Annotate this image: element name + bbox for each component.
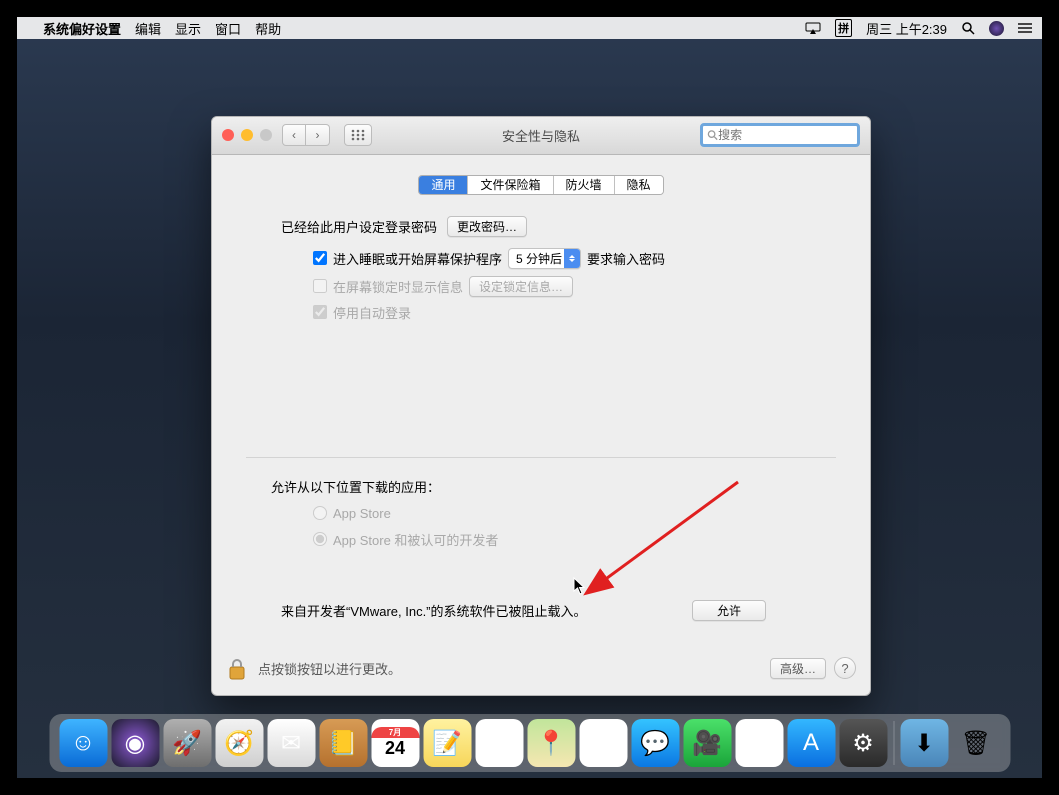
show-lock-message-checkbox (313, 279, 327, 293)
disable-auto-login-checkbox (313, 305, 327, 319)
allow-button[interactable]: 允许 (692, 600, 766, 621)
back-button[interactable]: ‹ (282, 124, 306, 146)
set-lock-message-button: 设定锁定信息… (469, 276, 573, 297)
require-password-checkbox[interactable] (313, 251, 327, 265)
dock-photos[interactable]: ✿ (579, 719, 627, 767)
tab-firewall[interactable]: 防火墙 (554, 176, 615, 194)
require-password-label-suffix: 要求输入密码 (587, 249, 665, 268)
nav-buttons: ‹ › (282, 124, 330, 146)
close-button[interactable] (222, 129, 234, 141)
search-input[interactable] (718, 128, 853, 142)
menu-view[interactable]: 显示 (175, 19, 201, 38)
menu-help[interactable]: 帮助 (255, 19, 281, 38)
allow-appstore-label: App Store (333, 506, 391, 521)
titlebar[interactable]: ‹ › 安全性与隐私 (212, 117, 870, 155)
show-lock-message-label: 在屏幕锁定时显示信息 (333, 277, 463, 296)
dock-messages[interactable]: 💬 (631, 719, 679, 767)
allow-identified-label: App Store 和被认可的开发者 (333, 530, 498, 549)
dock-launchpad[interactable]: 🚀 (163, 719, 211, 767)
dock-siri[interactable]: ◉ (111, 719, 159, 767)
tab-filevault[interactable]: 文件保险箱 (468, 176, 553, 194)
allow-from-heading: 允许从以下位置下载的应用： (271, 477, 836, 496)
dock-facetime[interactable]: 🎥 (683, 719, 731, 767)
menubar[interactable]: 系统偏好设置 编辑 显示 窗口 帮助 拼 周三 上午2:39 (17, 17, 1042, 39)
dock-contacts[interactable]: 📒 (319, 719, 367, 767)
dock-reminders[interactable]: ☑ (475, 719, 523, 767)
input-source-icon[interactable]: 拼 (835, 19, 852, 37)
dock-calendar[interactable]: 7月24 (371, 719, 419, 767)
menu-window[interactable]: 窗口 (215, 19, 241, 38)
require-password-label-prefix: 进入睡眠或开始屏幕保护程序 (333, 249, 502, 268)
dock[interactable]: ☺◉🚀🧭✉📒7月24📝☑📍✿💬🎥♫A⚙ ⬇🗑 (49, 714, 1010, 772)
require-password-delay-select[interactable]: 5 分钟后 (508, 248, 581, 269)
system-prefs-window: ‹ › 安全性与隐私 通用 文件保险箱 防火墙 隐私 已经给此用户设定登录密码 (211, 116, 871, 696)
menu-edit[interactable]: 编辑 (135, 19, 161, 38)
lock-icon[interactable] (226, 655, 248, 681)
tab-general[interactable]: 通用 (419, 176, 468, 194)
delay-selected-value: 5 分钟后 (516, 250, 562, 267)
advanced-button[interactable]: 高级… (770, 658, 826, 679)
spotlight-icon[interactable] (961, 21, 975, 35)
dock-trash[interactable]: 🗑 (952, 719, 1000, 767)
dock-downloads[interactable]: ⬇ (900, 719, 948, 767)
change-password-button[interactable]: 更改密码… (447, 216, 527, 237)
dock-finder[interactable]: ☺ (59, 719, 107, 767)
disable-auto-login-label: 停用自动登录 (333, 303, 411, 322)
dock-itunes[interactable]: ♫ (735, 719, 783, 767)
help-button[interactable]: ? (834, 657, 856, 679)
search-field[interactable] (700, 123, 860, 147)
minimize-button[interactable] (241, 129, 253, 141)
forward-button[interactable]: › (306, 124, 330, 146)
notification-center-icon[interactable] (1018, 22, 1032, 34)
airplay-icon[interactable] (805, 22, 821, 34)
search-icon (707, 129, 718, 141)
lock-hint: 点按锁按钮以进行更改。 (258, 659, 401, 678)
tabs: 通用 文件保险箱 防火墙 隐私 (212, 175, 870, 195)
dock-maps[interactable]: 📍 (527, 719, 575, 767)
dock-appstore[interactable]: A (787, 719, 835, 767)
show-all-button[interactable] (344, 124, 372, 146)
dock-notes[interactable]: 📝 (423, 719, 471, 767)
password-set-label: 已经给此用户设定登录密码 (281, 217, 437, 236)
blocked-software-message: 来自开发者“VMware, Inc.”的系统软件已被阻止载入。 (281, 601, 587, 620)
dock-safari[interactable]: 🧭 (215, 719, 263, 767)
allow-appstore-radio (313, 506, 327, 520)
zoom-button[interactable] (260, 129, 272, 141)
dock-separator (893, 721, 894, 765)
tab-privacy[interactable]: 隐私 (615, 176, 663, 194)
app-name[interactable]: 系统偏好设置 (43, 19, 121, 38)
clock[interactable]: 周三 上午2:39 (866, 19, 947, 38)
siri-menubar-icon[interactable] (989, 21, 1004, 36)
dock-mail[interactable]: ✉ (267, 719, 315, 767)
select-arrows-icon (564, 249, 580, 268)
allow-identified-radio (313, 532, 327, 546)
dock-settings[interactable]: ⚙ (839, 719, 887, 767)
